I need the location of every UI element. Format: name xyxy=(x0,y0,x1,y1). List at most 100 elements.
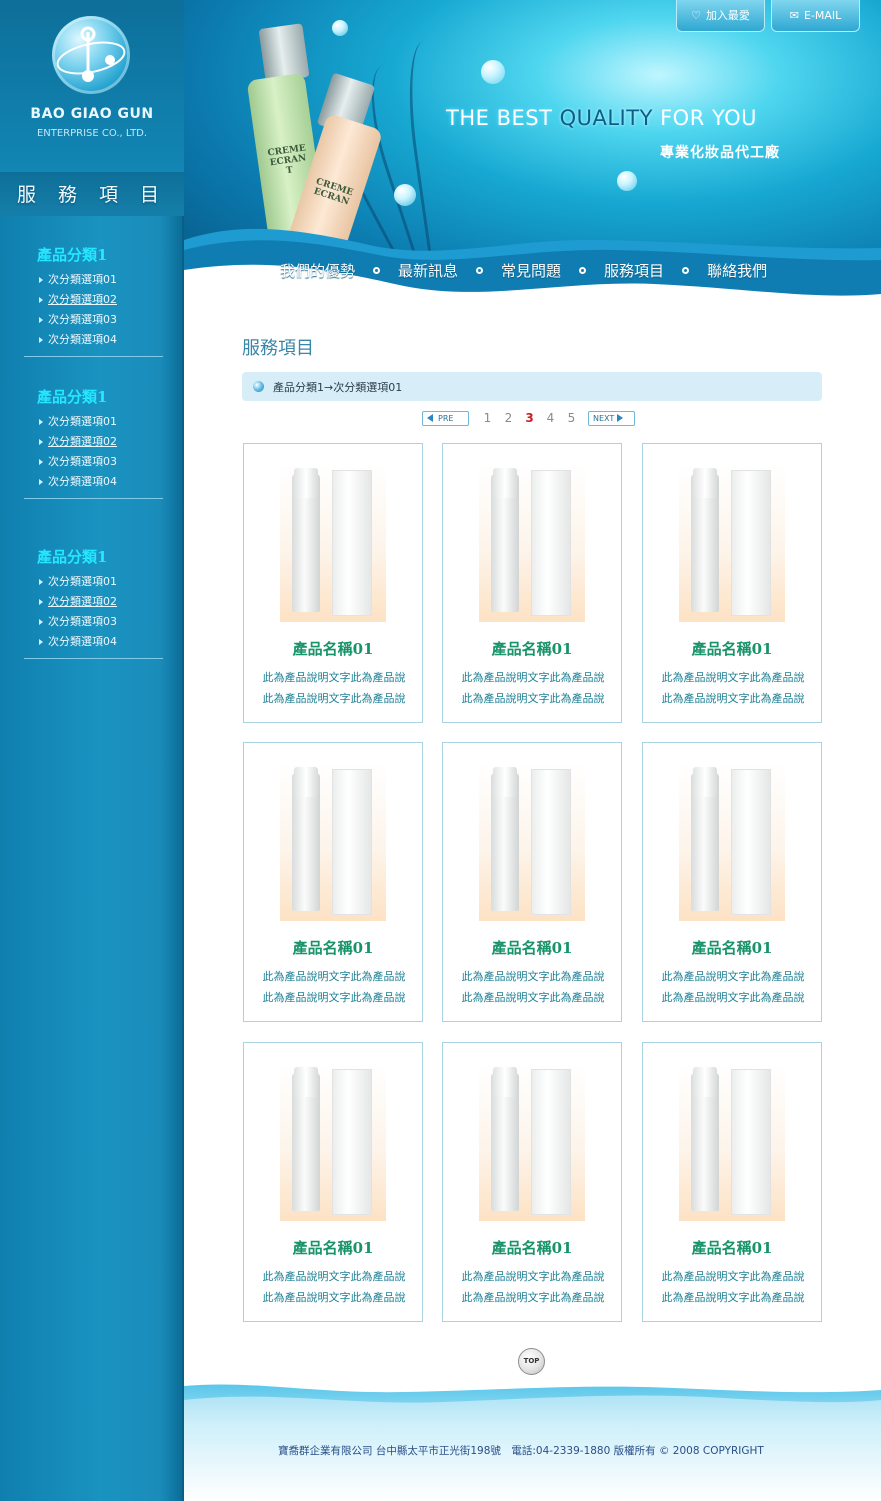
product-name[interactable]: 產品名稱01 xyxy=(244,937,422,958)
next-page-button[interactable]: NEXT xyxy=(588,410,635,426)
category-block: 產品分類1 次分類選項01 次分類選項02 次分類選項03 次分類選項04 xyxy=(24,386,163,499)
product-name[interactable]: 產品名稱01 xyxy=(443,937,621,958)
subcategory-item[interactable]: 次分類選項03 xyxy=(39,612,163,632)
product-card[interactable]: 產品名稱01 此為產品說明文字此為產品說 此為產品說明文字此為產品說 xyxy=(442,742,622,1022)
product-image[interactable] xyxy=(280,1063,386,1221)
banner-slogan: THE BEST QUALITY FOR YOU xyxy=(446,106,758,130)
product-card[interactable]: 產品名稱01 此為產品說明文字此為產品說 此為產品說明文字此為產品說 xyxy=(442,1042,622,1322)
sidebar: BAO GIAO GUN ENTERPRISE CO., LTD. 服 務 項 … xyxy=(0,0,184,1501)
product-name[interactable]: 產品名稱01 xyxy=(443,638,621,659)
page-number[interactable]: 1 xyxy=(477,411,498,425)
logo-area[interactable]: BAO GIAO GUN ENTERPRISE CO., LTD. xyxy=(0,0,184,172)
product-card[interactable]: 產品名稱01 此為產品說明文字此為產品說 此為產品說明文字此為產品說 xyxy=(243,742,423,1022)
product-name[interactable]: 產品名稱01 xyxy=(244,638,422,659)
arrow-right-icon xyxy=(39,277,43,283)
heart-icon: ♡ xyxy=(691,9,701,22)
product-name[interactable]: 產品名稱01 xyxy=(643,937,821,958)
product-image[interactable] xyxy=(280,464,386,622)
page-title: 服務項目 xyxy=(242,338,314,359)
product-card[interactable]: 產品名稱01 此為產品說明文字此為產品說 此為產品說明文字此為產品說 xyxy=(642,1042,822,1322)
arrow-right-icon xyxy=(39,639,43,645)
subcategory-item[interactable]: 次分類選項04 xyxy=(39,330,163,350)
category-title[interactable]: 產品分類1 xyxy=(37,244,163,270)
page-number-current[interactable]: 3 xyxy=(519,411,540,425)
product-image[interactable] xyxy=(679,1063,785,1221)
footer-copyright: 寶喬群企業有限公司 台中縣太平市正光街198號 電話:04-2339-1880 … xyxy=(278,1445,764,1457)
wave-decoration xyxy=(184,228,881,300)
nav-separator-icon xyxy=(682,266,690,274)
product-name[interactable]: 產品名稱01 xyxy=(443,1237,621,1258)
subcategory-item[interactable]: 次分類選項01 xyxy=(39,412,163,432)
page-number[interactable]: 4 xyxy=(540,411,561,425)
category-block: 產品分類1 次分類選項01 次分類選項02 次分類選項03 次分類選項04 xyxy=(24,244,163,357)
nav-item-news[interactable]: 最新訊息 xyxy=(398,260,458,281)
product-image[interactable] xyxy=(479,464,585,622)
sidebar-heading: 服 務 項 目 xyxy=(16,184,168,206)
triangle-left-icon xyxy=(427,414,433,422)
product-card[interactable]: 產品名稱01 此為產品說明文字此為產品說 此為產品說明文字此為產品說 xyxy=(642,742,822,1022)
page-number[interactable]: 2 xyxy=(498,411,519,425)
product-description: 此為產品說明文字此為產品說 xyxy=(661,991,805,1004)
subcategory-item[interactable]: 次分類選項01 xyxy=(39,270,163,290)
subcategory-item[interactable]: 次分類選項02 xyxy=(39,432,163,452)
nav-item-advantages[interactable]: 我們的優勢 xyxy=(280,260,355,281)
product-image[interactable] xyxy=(479,763,585,921)
envelope-icon: ✉ xyxy=(789,9,799,22)
subcategory-item[interactable]: 次分類選項02 xyxy=(39,290,163,310)
arrow-right-icon xyxy=(39,297,43,303)
globe-dot-icon xyxy=(253,381,264,392)
subcategory-item[interactable]: 次分類選項04 xyxy=(39,472,163,492)
prev-page-button[interactable]: PRE xyxy=(422,410,469,426)
product-card[interactable]: 產品名稱01 此為產品說明文字此為產品說 此為產品說明文字此為產品說 xyxy=(243,443,423,723)
add-favorite-button[interactable]: ♡ 加入最愛 xyxy=(676,0,765,32)
bubble-decoration xyxy=(394,184,416,206)
product-description: 此為產品說明文字此為產品說 xyxy=(262,1291,406,1304)
product-card[interactable]: 產品名稱01 此為產品說明文字此為產品說 此為產品說明文字此為產品說 xyxy=(442,443,622,723)
subcategory-item[interactable]: 次分類選項03 xyxy=(39,310,163,330)
product-image[interactable] xyxy=(280,763,386,921)
product-image[interactable] xyxy=(679,464,785,622)
category-title[interactable]: 產品分類1 xyxy=(37,546,163,572)
product-description: 此為產品說明文字此為產品說 xyxy=(461,671,605,684)
subcategory-item[interactable]: 次分類選項02 xyxy=(39,592,163,612)
product-description: 此為產品說明文字此為產品說 xyxy=(661,671,805,684)
email-button[interactable]: ✉ E-MAIL xyxy=(771,0,860,32)
brand-subtitle: ENTERPRISE CO., LTD. xyxy=(36,128,148,139)
divider xyxy=(24,658,163,659)
pagination: PRE 1 2 3 4 5 NEXT xyxy=(422,410,635,426)
nav-separator-icon xyxy=(373,266,381,274)
product-name[interactable]: 產品名稱01 xyxy=(244,1237,422,1258)
main-nav: 我們的優勢 最新訊息 常見問題 服務項目 聯絡我們 xyxy=(280,257,767,283)
product-description: 此為產品說明文字此為產品說 xyxy=(262,1270,406,1283)
subcategory-item[interactable]: 次分類選項03 xyxy=(39,452,163,472)
arrow-right-icon xyxy=(39,337,43,343)
product-card[interactable]: 產品名稱01 此為產品說明文字此為產品說 此為產品說明文字此為產品說 xyxy=(243,1042,423,1322)
page-number[interactable]: 5 xyxy=(561,411,582,425)
product-description: 此為產品說明文字此為產品說 xyxy=(461,1291,605,1304)
arrow-right-icon xyxy=(39,459,43,465)
product-description: 此為產品說明文字此為產品說 xyxy=(661,1270,805,1283)
nav-separator-icon xyxy=(579,266,587,274)
product-name[interactable]: 產品名稱01 xyxy=(643,638,821,659)
nav-item-contact[interactable]: 聯絡我們 xyxy=(707,260,767,281)
bubble-decoration xyxy=(617,171,637,191)
product-card[interactable]: 產品名稱01 此為產品說明文字此為產品說 此為產品說明文字此為產品說 xyxy=(642,443,822,723)
product-name[interactable]: 產品名稱01 xyxy=(643,1237,821,1258)
nav-item-faq[interactable]: 常見問題 xyxy=(501,260,561,281)
product-description: 此為產品說明文字此為產品說 xyxy=(461,970,605,983)
back-to-top-button[interactable]: TOP xyxy=(518,1348,545,1375)
arrow-right-icon xyxy=(39,317,43,323)
product-image[interactable] xyxy=(679,763,785,921)
breadcrumb: 產品分類1→次分類選項01 xyxy=(242,372,822,401)
divider xyxy=(24,498,163,499)
subcategory-item[interactable]: 次分類選項04 xyxy=(39,632,163,652)
product-description: 此為產品說明文字此為產品說 xyxy=(262,671,406,684)
product-description: 此為產品說明文字此為產品說 xyxy=(262,970,406,983)
product-image[interactable] xyxy=(479,1063,585,1221)
arrow-right-icon xyxy=(39,439,43,445)
triangle-right-icon xyxy=(617,414,624,422)
breadcrumb-text[interactable]: 產品分類1→次分類選項01 xyxy=(273,379,402,395)
nav-item-services[interactable]: 服務項目 xyxy=(604,260,664,281)
category-title[interactable]: 產品分類1 xyxy=(37,386,163,412)
subcategory-item[interactable]: 次分類選項01 xyxy=(39,572,163,592)
